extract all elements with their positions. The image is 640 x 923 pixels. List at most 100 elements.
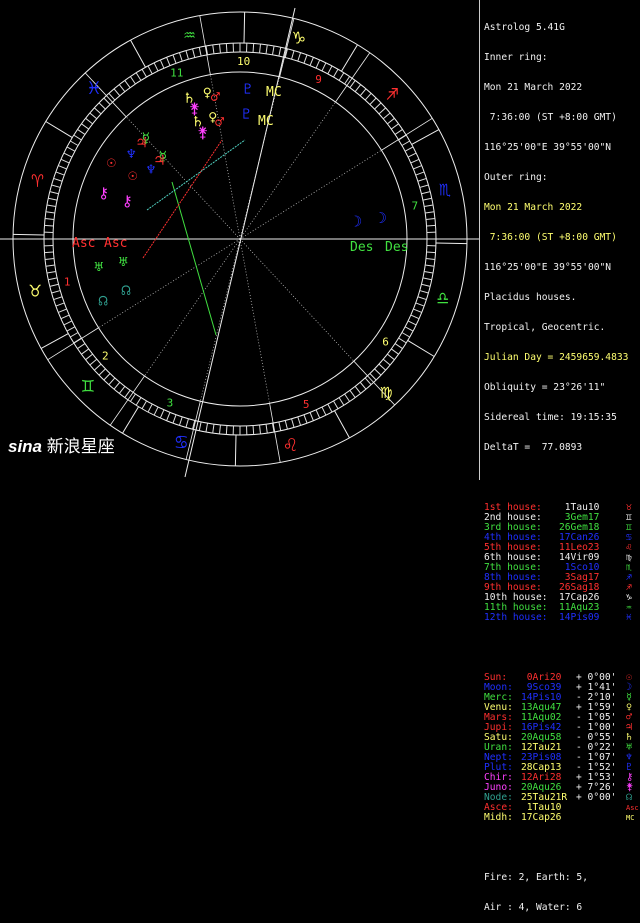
planet-position: 16Pis42 <box>521 723 561 733</box>
degree-tick <box>213 45 214 54</box>
planet-icon: ⚷ <box>626 773 633 783</box>
degree-tick <box>173 55 176 63</box>
planet-speed: + 7°26' <box>576 783 616 793</box>
degree-tick <box>350 390 355 397</box>
planet-icon: ♂ <box>626 713 632 723</box>
degree-tick <box>253 43 254 52</box>
degree-tick <box>67 327 75 331</box>
zodiac-sign-glyph: ♊ <box>82 373 94 397</box>
degree-tick <box>383 113 390 119</box>
planet-label: Plut: <box>484 763 513 773</box>
degree-tick <box>285 420 287 429</box>
sign-divider <box>436 243 467 244</box>
planet-position: 14Pis10 <box>521 693 561 703</box>
planet-glyph: ☊ <box>121 281 130 299</box>
degree-tick <box>426 259 435 260</box>
degree-tick <box>44 252 53 253</box>
planet-icon: ⚵ <box>626 783 633 793</box>
planet-row: Nept:23Pis08- 1°07'♆ <box>484 753 640 763</box>
house-row: 12th house:14Pis09♓ <box>484 613 640 623</box>
planet-speed: - 1°07' <box>576 753 616 763</box>
planet-icon: ♃ <box>626 723 632 733</box>
house-cusp-line <box>200 239 240 401</box>
house-label: 12th house: <box>484 612 548 623</box>
sign-icon: ♐ <box>626 573 632 583</box>
degree-tick <box>226 426 227 435</box>
planet-glyph: ⚷ <box>122 192 133 210</box>
mc-label-inner: MC <box>258 114 274 129</box>
outer-date: Mon 21 March 2022 <box>484 203 640 213</box>
house-position: 14Vir09 <box>559 553 599 563</box>
sign-divider <box>123 407 139 434</box>
planet-row: Asce: 1Tau10Asc <box>484 803 640 813</box>
planet-row: Moon: 9Sco39+ 1°41'☽ <box>484 683 640 693</box>
planet-glyph: ♆ <box>146 160 155 178</box>
info-panel: Astrolog 5.41G Inner ring: Mon 21 March … <box>484 3 640 923</box>
sign-divider <box>131 40 146 67</box>
panel-divider <box>479 0 480 480</box>
planet-row: Venu:13Aqu47+ 1°59'♀ <box>484 703 640 713</box>
planet-label: Mars: <box>484 713 513 723</box>
planet-glyph: ♆ <box>127 145 136 163</box>
zodiac-type: Tropical, Geocentric. <box>484 323 640 333</box>
degree-tick <box>125 80 130 87</box>
julian-day: Julian Day = 2459659.4833 <box>484 353 640 363</box>
degree-tick <box>47 205 56 207</box>
planet-row: Node:25Tau21R+ 0°00'☊ <box>484 793 640 803</box>
sign-divider <box>341 45 357 72</box>
sign-icon: ♌ <box>626 543 632 553</box>
planet-label: Chir: <box>484 773 513 783</box>
degree-tick <box>304 415 307 423</box>
planet-speed: + 0°00' <box>576 793 616 803</box>
degree-tick <box>148 66 152 74</box>
element-count-1: Fire: 2, Earth: 5, <box>484 873 640 883</box>
degree-tick <box>52 291 61 293</box>
degree-tick <box>160 60 164 68</box>
degree-tick <box>355 85 361 92</box>
zodiac-sign-glyph: ♉ <box>29 277 41 301</box>
planet-position: 20Aqu58 <box>521 733 561 743</box>
house-cusp-line <box>240 239 270 403</box>
house-position: 17Cap26 <box>559 593 599 603</box>
zodiac-sign-glyph: ♓ <box>88 75 100 99</box>
degree-tick <box>405 147 413 151</box>
degree-tick <box>383 359 390 365</box>
sina-watermark: sina 新浪星座 <box>8 432 115 457</box>
zodiac-sign-glyph: ♎ <box>437 286 449 310</box>
planet-icon: ☉ <box>626 673 632 683</box>
degree-tick <box>44 225 53 226</box>
planet-speed: + 1°53' <box>576 773 616 783</box>
planet-label: Merc: <box>484 693 513 703</box>
planet-label: Satu: <box>484 733 513 743</box>
planet-row: Merc:14Pis10- 2°10'☿ <box>484 693 640 703</box>
house-number: 6 <box>382 336 389 349</box>
degree-tick <box>154 63 158 71</box>
degree-tick <box>78 344 85 349</box>
planet-label: Nept: <box>484 753 513 763</box>
degree-tick <box>339 398 344 406</box>
degree-tick <box>360 89 366 96</box>
asc-label-outer: Asc <box>72 236 95 251</box>
degree-tick <box>328 66 332 74</box>
zodiac-sign-glyph: ♋ <box>175 430 187 454</box>
degree-tick <box>99 103 105 109</box>
degree-tick <box>379 108 386 114</box>
degree-tick <box>424 205 433 207</box>
house-cusp-list: 1st house: 1Tau10♉2nd house: 3Gem17♊3rd … <box>484 503 640 623</box>
sign-icon: ♋ <box>626 533 632 543</box>
degree-tick <box>64 321 72 325</box>
degree-tick <box>316 410 320 418</box>
degree-tick <box>47 271 56 273</box>
degree-tick <box>193 49 195 58</box>
degree-tick <box>61 315 69 319</box>
degree-tick <box>260 44 261 53</box>
degree-tick <box>375 369 381 375</box>
degree-tick <box>70 333 78 338</box>
app-title: Astrolog 5.41G <box>484 23 640 33</box>
degree-tick <box>99 369 105 375</box>
planet-row: Mars:11Aqu02- 1°05'♂ <box>484 713 640 723</box>
planet-glyph: ☊ <box>99 291 108 309</box>
planet-speed: + 0°00' <box>576 673 616 683</box>
degree-tick <box>74 135 82 140</box>
planet-glyph: ☉ <box>107 153 116 171</box>
